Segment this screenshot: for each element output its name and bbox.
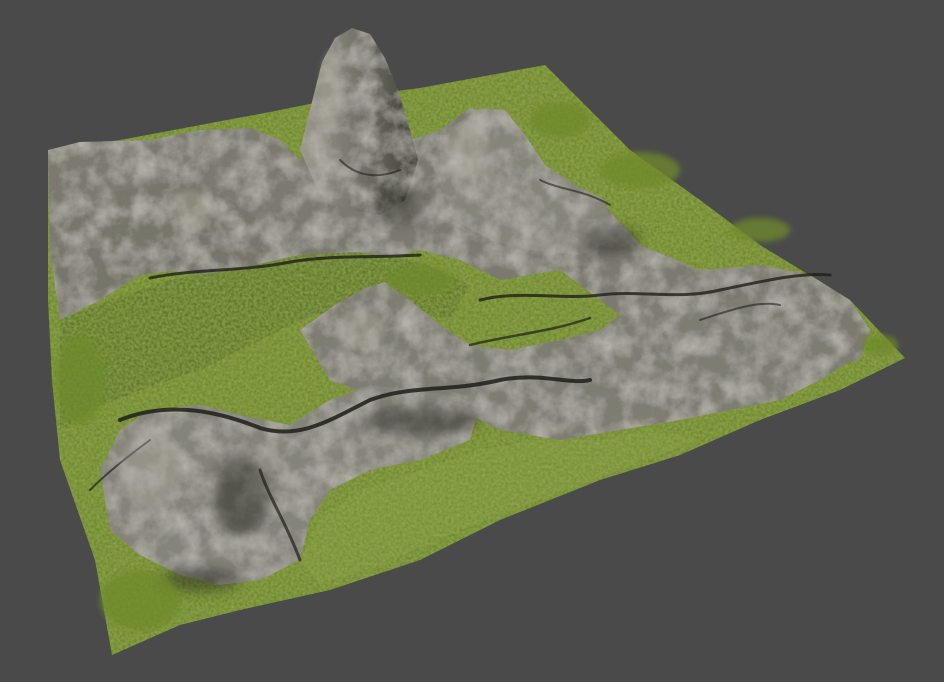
terrain-render <box>48 28 905 655</box>
rock-main-peak <box>300 28 418 215</box>
3d-viewport[interactable] <box>0 0 944 682</box>
